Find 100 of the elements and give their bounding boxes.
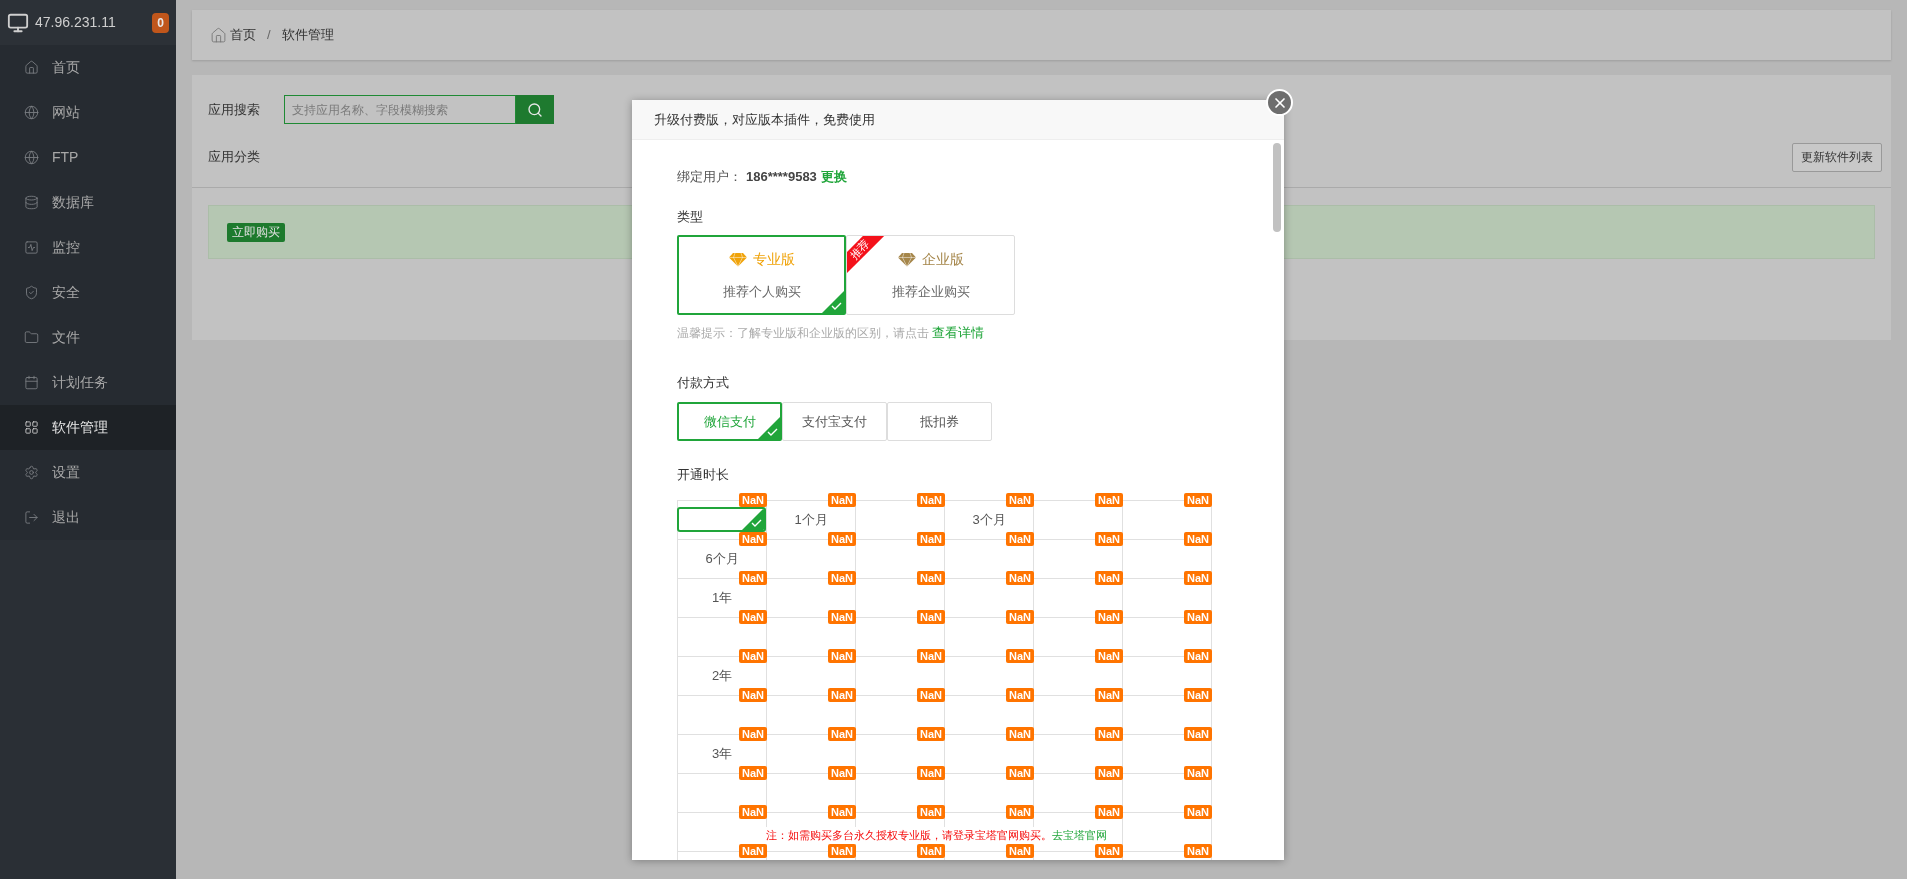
sidebar-item[interactable]: 软件管理: [0, 405, 176, 450]
sidebar-item[interactable]: 数据库: [0, 180, 176, 225]
price-badge: NaN: [739, 610, 767, 624]
price-badge: NaN: [917, 727, 945, 741]
price-badge: NaN: [828, 805, 856, 819]
price-badge: NaN: [1184, 766, 1212, 780]
price-badge: NaN: [1006, 727, 1034, 741]
price-badge: NaN: [739, 532, 767, 546]
price-badge: NaN: [1006, 766, 1034, 780]
price-badge: NaN: [828, 844, 856, 858]
globe-icon: [24, 150, 39, 165]
tip-text: 温馨提示：了解专业版和企业版的区别，请点击 查看详情: [677, 324, 985, 341]
diamond-icon: [728, 251, 747, 267]
duration-option[interactable]: 1年: [678, 585, 766, 610]
price-badge: NaN: [917, 844, 945, 858]
bound-user-value: 186****9583: [746, 168, 817, 187]
price-badge: NaN: [1006, 688, 1034, 702]
breadcrumb-current: 软件管理: [281, 26, 334, 45]
sidebar-item[interactable]: 设置: [0, 450, 176, 495]
price-badge: NaN: [739, 844, 767, 858]
sidebar-item[interactable]: 文件: [0, 315, 176, 360]
buy-now-button[interactable]: 立即购买: [227, 222, 285, 242]
scrollbar-thumb[interactable]: [1273, 143, 1281, 232]
price-badge: NaN: [1095, 649, 1123, 663]
sidebar-item[interactable]: 计划任务: [0, 360, 176, 405]
change-link[interactable]: 更换: [820, 167, 847, 187]
edition-description: 推荐个人购买: [722, 282, 801, 301]
search-button[interactable]: [516, 95, 554, 124]
refresh-list-button[interactable]: 更新软件列表: [1792, 142, 1882, 172]
shield-icon: [24, 285, 39, 300]
price-badge: NaN: [1095, 688, 1123, 702]
price-badge: NaN: [1006, 532, 1034, 546]
sidebar-item[interactable]: 首页: [0, 45, 176, 90]
search-icon: [527, 101, 543, 118]
edition-option[interactable]: 专业版 推荐个人购买: [677, 235, 846, 315]
price-badge: NaN: [1006, 493, 1034, 507]
price-badge: NaN: [739, 688, 767, 702]
price-badge: NaN: [1095, 844, 1123, 858]
price-badge: NaN: [1006, 844, 1034, 858]
price-badge: NaN: [1184, 610, 1212, 624]
breadcrumb-link[interactable]: 首页: [230, 25, 256, 45]
edition-name: 企业版: [921, 249, 964, 269]
duration-option[interactable]: [677, 507, 766, 532]
payment-option[interactable]: 微信支付: [677, 402, 782, 441]
bound-user-label: 绑定用户：: [677, 168, 742, 187]
price-badge: NaN: [1184, 688, 1212, 702]
price-badge: NaN: [1095, 805, 1123, 819]
purchase-note-tooltip: 注：如需购买多台永久授权专业版，请登录宝塔官网购买。去宝塔官网: [766, 827, 1107, 844]
duration-option[interactable]: 3年: [678, 741, 766, 766]
check-corner-icon: [822, 291, 844, 313]
official-site-link[interactable]: 去宝塔官网: [1052, 829, 1107, 841]
edition-name: 专业版: [752, 249, 795, 269]
home-icon: [210, 26, 227, 44]
price-badge: NaN: [1095, 571, 1123, 585]
price-badge: NaN: [828, 766, 856, 780]
price-badge: NaN: [828, 610, 856, 624]
edition-option[interactable]: 推荐 企业版 推荐企业购买: [846, 235, 1015, 315]
check-corner-icon: [742, 509, 764, 530]
monitor-icon: [7, 11, 29, 34]
price-badge: NaN: [739, 571, 767, 585]
price-badge: NaN: [1006, 610, 1034, 624]
price-badge: NaN: [1184, 532, 1212, 546]
search-field[interactable]: 支持应用名称、字段模糊搜索: [284, 95, 516, 124]
price-badge: NaN: [1006, 805, 1034, 819]
chart-icon: [24, 240, 39, 255]
sidebar-item[interactable]: 网站: [0, 90, 176, 135]
duration-option[interactable]: 1个月: [767, 507, 855, 532]
type-label: 类型: [677, 208, 703, 225]
category-label: 应用分类: [208, 148, 260, 167]
price-badge: NaN: [739, 727, 767, 741]
duration-label: 开通时长: [677, 466, 729, 483]
price-badge: NaN: [1095, 727, 1123, 741]
sidebar-item[interactable]: 退出: [0, 495, 176, 540]
price-badge: NaN: [917, 649, 945, 663]
price-badge: NaN: [1184, 805, 1212, 819]
price-badge: NaN: [828, 727, 856, 741]
price-badge: NaN: [1006, 571, 1034, 585]
edition-description: 推荐企业购买: [891, 282, 970, 301]
sidebar-item[interactable]: 监控: [0, 225, 176, 270]
price-badge: NaN: [1184, 727, 1212, 741]
price-badge: NaN: [1184, 844, 1212, 858]
payment-option[interactable]: 抵扣券: [887, 402, 992, 441]
folder-icon: [24, 330, 39, 345]
price-badge: NaN: [1006, 649, 1034, 663]
sidebar-item[interactable]: FTP: [0, 135, 176, 180]
calendar-icon: [24, 375, 39, 390]
globe-icon: [24, 105, 39, 120]
duration-option[interactable]: 2年: [678, 663, 766, 688]
price-badge: NaN: [828, 688, 856, 702]
price-badge: NaN: [917, 610, 945, 624]
duration-option[interactable]: 3个月: [945, 507, 1033, 532]
price-badge: NaN: [828, 571, 856, 585]
payment-option[interactable]: 支付宝支付: [782, 402, 887, 441]
host-address: 47.96.231.11: [35, 13, 117, 32]
breadcrumb-separator: /: [266, 26, 272, 45]
sidebar-item[interactable]: 安全: [0, 270, 176, 315]
details-link[interactable]: 查看详情: [932, 325, 985, 340]
price-badge: NaN: [1184, 649, 1212, 663]
duration-option[interactable]: 6个月: [678, 546, 766, 571]
price-badge: NaN: [1095, 493, 1123, 507]
